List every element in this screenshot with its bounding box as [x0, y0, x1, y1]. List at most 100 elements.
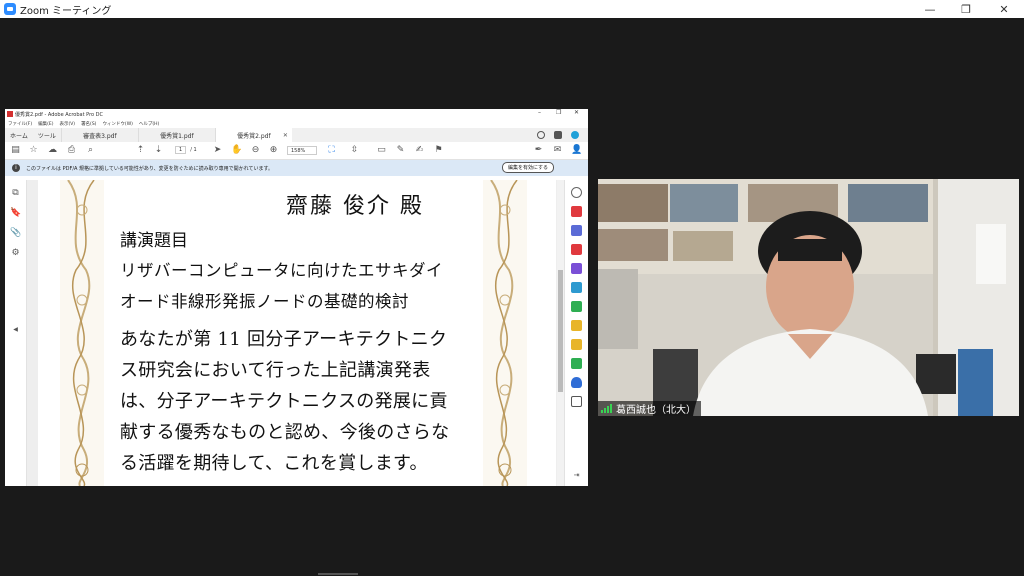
- zoom-titlebar: Zoom ミーティング — ❐ ✕: [0, 0, 1024, 18]
- menu-edit[interactable]: 編集(E): [38, 121, 53, 127]
- scrollbar-thumb[interactable]: [558, 270, 563, 392]
- readonly-info-bar: i このファイルは PDF/A 規格に準拠している可能性があり、変更を防ぐために…: [5, 160, 588, 176]
- bottom-drag-handle[interactable]: [318, 573, 358, 575]
- zoom-level-select[interactable]: 158%: [287, 146, 317, 155]
- share-user-icon[interactable]: 👤: [571, 145, 582, 156]
- upload-cloud-icon[interactable]: ☁: [47, 145, 58, 156]
- page-total: / 1: [190, 147, 197, 153]
- right-tools-pane: ⇥: [564, 180, 588, 486]
- body-line-1: あなたが第 11 回分子アーキテクトニク: [120, 329, 448, 350]
- fit-page-icon[interactable]: ⛶: [326, 145, 337, 156]
- search-icon[interactable]: ⌕: [85, 145, 96, 156]
- menu-view[interactable]: 表示(V): [59, 121, 75, 127]
- doc-tab-label: 審査表3.pdf: [83, 132, 117, 140]
- scan-ocr-icon[interactable]: [571, 301, 582, 312]
- tab-home[interactable]: ホーム: [5, 128, 33, 142]
- select-cursor-icon[interactable]: ➤: [212, 145, 223, 156]
- zoom-out-icon[interactable]: ⊖: [250, 145, 261, 156]
- doc-tab-2[interactable]: 優秀賞1.pdf: [137, 128, 215, 142]
- scroll-mode-icon[interactable]: ⇳: [349, 145, 360, 156]
- acrobat-menubar: ファイル(F) 編集(E) 表示(V) 署名(S) ウィンドウ(W) ヘルプ(H…: [5, 119, 588, 128]
- menu-sign[interactable]: 署名(S): [81, 121, 96, 127]
- acrobat-content: ⧉ 🔖 📎 ⚙ ◀ 齋藤 俊介 殿 講演題目 リザバーコンピュータに向けたエサキ…: [5, 180, 588, 486]
- info-icon: i: [12, 164, 20, 172]
- edit-pdf-icon[interactable]: [571, 244, 582, 255]
- create-pdf-icon[interactable]: [571, 225, 582, 236]
- tab-tools[interactable]: ツール: [33, 128, 61, 142]
- close-button[interactable]: ✕: [985, 0, 1023, 18]
- body-line-5: る活躍を期待して、これを賞します。: [120, 453, 428, 474]
- recipient-name: 齋藤 俊介 殿: [286, 194, 424, 219]
- vertical-scrollbar[interactable]: [557, 180, 564, 486]
- attachments-icon[interactable]: 📎: [10, 228, 21, 239]
- info-message: このファイルは PDF/A 規格に準拠している可能性があり、変更を防ぐために読み…: [26, 165, 274, 172]
- accessibility-icon[interactable]: ⚙: [10, 248, 21, 259]
- organize-pages-icon[interactable]: [571, 263, 582, 274]
- lecture-title-line-2: オード非線形発振ノードの基礎的検討: [120, 292, 409, 311]
- print-icon[interactable]: ⎙: [66, 145, 77, 156]
- export-pdf-icon[interactable]: [571, 206, 582, 217]
- mail-icon[interactable]: ✉: [552, 145, 563, 156]
- hand-tool-icon[interactable]: ✋: [231, 145, 242, 156]
- zoom-logo-icon: [4, 3, 16, 15]
- save-icon[interactable]: ▤: [10, 145, 21, 156]
- page-down-icon[interactable]: ⇣: [153, 145, 164, 156]
- lecture-title-line-1: リザバーコンピュータに向けたエサキダイ: [120, 261, 443, 280]
- help-icon[interactable]: [537, 131, 545, 139]
- enable-editing-button[interactable]: 編集を有効にする: [501, 162, 554, 173]
- menu-window[interactable]: ウィンドウ(W): [102, 121, 132, 127]
- acrobat-toolbar: ▤ ☆ ☁ ⎙ ⌕ ⇡ ⇣ 1 / 1 ➤ ✋ ⊖ ⊕ 158% ⛶ ⇳ ▭ ✎…: [5, 142, 588, 160]
- connection-strength-icon: [601, 404, 612, 413]
- restore-button[interactable]: ❐: [947, 0, 985, 18]
- acrobat-minimize-button[interactable]: –: [538, 109, 541, 116]
- print-production-icon[interactable]: [571, 358, 582, 369]
- shield-icon[interactable]: [571, 377, 582, 388]
- acrobat-close-button[interactable]: ✕: [574, 109, 579, 116]
- acrobat-tabbar: ホーム ツール 審査表3.pdf 優秀賞1.pdf 優秀賞2.pdf ✕: [5, 128, 588, 142]
- doc-tab-label: 優秀賞1.pdf: [160, 132, 194, 140]
- page-indicator: 1 / 1: [175, 146, 197, 154]
- menu-file[interactable]: ファイル(F): [8, 121, 32, 127]
- more-tools-icon[interactable]: [571, 396, 582, 407]
- page-up-icon[interactable]: ⇡: [135, 145, 146, 156]
- body-line-2: ス研究会において行った上記講演発表: [120, 360, 431, 381]
- video-frame-image: [598, 179, 1019, 416]
- window-title: Zoom ミーティング: [20, 5, 112, 17]
- doc-tab-3[interactable]: 優秀賞2.pdf ✕: [214, 128, 292, 142]
- body-line-3: は、分子アーキテクトニクスの発展に貢: [120, 391, 448, 412]
- comment-icon[interactable]: ▭: [376, 145, 387, 156]
- acrobat-restore-button[interactable]: ❐: [556, 109, 561, 116]
- document-view[interactable]: 齋藤 俊介 殿 講演題目 リザバーコンピュータに向けたエサキダイ オード非線形発…: [27, 180, 564, 486]
- minimize-button[interactable]: —: [911, 0, 949, 18]
- body-line-4: 献する優秀なものと認め、今後のさらな: [120, 422, 450, 443]
- acrobat-title: 優秀賞2.pdf - Adobe Acrobat Pro DC: [15, 111, 104, 118]
- page-thumbnails-icon[interactable]: ⧉: [10, 188, 21, 199]
- zoom-in-icon[interactable]: ⊕: [268, 145, 279, 156]
- zoom-pane-icon[interactable]: [571, 187, 582, 198]
- participant-video[interactable]: 葛西誠也（北大）: [598, 179, 1019, 416]
- participant-name: 葛西誠也（北大）: [616, 405, 696, 416]
- comment-tool-icon[interactable]: [571, 339, 582, 350]
- ornamental-border-right-icon: [483, 180, 527, 486]
- bookmark-star-icon[interactable]: ☆: [28, 145, 39, 156]
- pen-icon[interactable]: ✎: [395, 145, 406, 156]
- page-number-input[interactable]: 1: [175, 146, 187, 154]
- fill-sign-icon[interactable]: ✒: [533, 145, 544, 156]
- collapse-left-icon[interactable]: ◀: [10, 324, 21, 335]
- collapse-right-icon[interactable]: ⇥: [571, 470, 582, 481]
- stamp-icon[interactable]: ⚑: [433, 145, 444, 156]
- menu-help[interactable]: ヘルプ(H): [139, 121, 159, 127]
- left-nav-pane: ⧉ 🔖 📎 ⚙ ◀: [5, 180, 27, 486]
- profile-icon[interactable]: [571, 131, 579, 139]
- sign-icon[interactable]: ✍: [414, 145, 425, 156]
- close-tab-icon[interactable]: ✕: [283, 132, 288, 139]
- pdf-icon: [7, 111, 13, 117]
- bell-icon[interactable]: [554, 131, 562, 139]
- acrobat-titlebar: 優秀賞2.pdf - Adobe Acrobat Pro DC – ❐ ✕: [5, 109, 588, 119]
- protect-icon[interactable]: [571, 320, 582, 331]
- participant-name-tag: 葛西誠也（北大）: [598, 401, 701, 416]
- combine-files-icon[interactable]: [571, 282, 582, 293]
- lecture-title-heading: 講演題目: [120, 231, 188, 251]
- bookmarks-icon[interactable]: 🔖: [10, 208, 21, 219]
- doc-tab-1[interactable]: 審査表3.pdf: [60, 128, 138, 142]
